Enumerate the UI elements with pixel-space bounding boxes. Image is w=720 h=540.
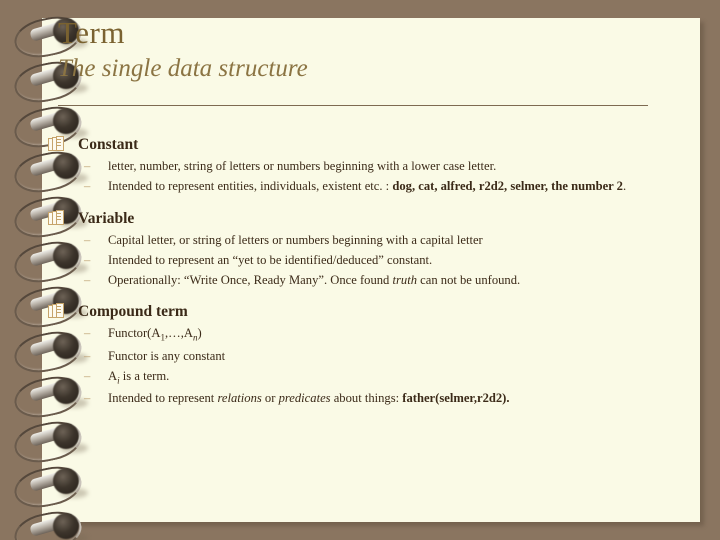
page-title: Term <box>58 15 125 50</box>
bullet-point-text: Intended to represent entities, individu… <box>108 179 627 194</box>
bullet-point-text: Capital letter, or string of letters or … <box>108 232 483 247</box>
subscript: n <box>193 332 198 343</box>
dash-bullet-icon: – <box>84 368 91 383</box>
bullet-point: – Functor is any constant <box>46 347 658 366</box>
section-heading: Constant <box>46 133 658 156</box>
bullet-point: – Intended to represent relations or pred… <box>46 389 658 408</box>
bullet-point: – Functor(A1,…,An) <box>46 324 658 345</box>
emphasis-italic: truth <box>392 273 418 288</box>
emphasis-italic: relations <box>217 391 262 406</box>
slide-body: Constant – letter, number, string of lette… <box>46 127 658 408</box>
dash-bullet-icon: – <box>84 232 91 247</box>
section-heading: Variable <box>46 207 658 230</box>
bullet-point-text: Ai is a term. <box>108 368 170 386</box>
bullet-point-text: letter, number, string of letters or num… <box>108 159 497 174</box>
bullet-point: – letter, number, string of letters or nu… <box>46 157 658 176</box>
section-heading-label: Variable <box>78 209 135 227</box>
dash-bullet-icon: – <box>84 326 91 341</box>
document-stack-icon <box>48 209 64 225</box>
bullet-point: – Capital letter, or string of letters or… <box>46 231 658 250</box>
document-stack-icon <box>48 303 64 319</box>
presentation-slide: Term The single data structure Constant –… <box>0 0 720 540</box>
subscript: i <box>117 375 120 386</box>
title-divider <box>58 105 648 106</box>
emphasis-bold: dog, cat, alfred, r2d2, selmer, the numb… <box>392 179 623 194</box>
bullet-point-text: Functor is any constant <box>108 348 226 363</box>
section-heading-label: Compound term <box>78 303 188 321</box>
page-subtitle: The single data structure <box>58 55 308 83</box>
bullet-point: – Operationally: “Write Once, Ready Many”… <box>46 271 658 290</box>
bullet-point-text: Operationally: “Write Once, Ready Many”.… <box>108 273 521 288</box>
dash-bullet-icon: – <box>84 348 91 363</box>
spiral-ring-shadow <box>60 533 88 540</box>
dash-bullet-icon: – <box>84 273 91 288</box>
bullet-point: – Intended to represent entities, individ… <box>46 177 658 196</box>
bullet-point-text: Intended to represent relations or predi… <box>108 391 510 406</box>
dash-bullet-icon: – <box>84 179 91 194</box>
title-block: Term The single data structure <box>58 15 638 86</box>
bullet-point-text: Functor(A1,…,An) <box>108 326 202 343</box>
bullet-point: – Ai is a term. <box>46 367 658 388</box>
dash-bullet-icon: – <box>84 159 91 174</box>
emphasis-italic: predicates <box>278 391 331 406</box>
emphasis-bold: father(selmer,r2d2). <box>402 391 510 406</box>
section-heading: Compound term <box>46 300 658 323</box>
subscript: 1 <box>160 332 165 343</box>
bullet-point-text: Intended to represent an “yet to be iden… <box>108 252 433 267</box>
section-heading-label: Constant <box>78 136 139 153</box>
dash-bullet-icon: – <box>84 252 91 267</box>
dash-bullet-icon: – <box>84 391 91 406</box>
bullet-point: – Intended to represent an “yet to be ide… <box>46 251 658 270</box>
document-stack-icon <box>48 136 64 151</box>
